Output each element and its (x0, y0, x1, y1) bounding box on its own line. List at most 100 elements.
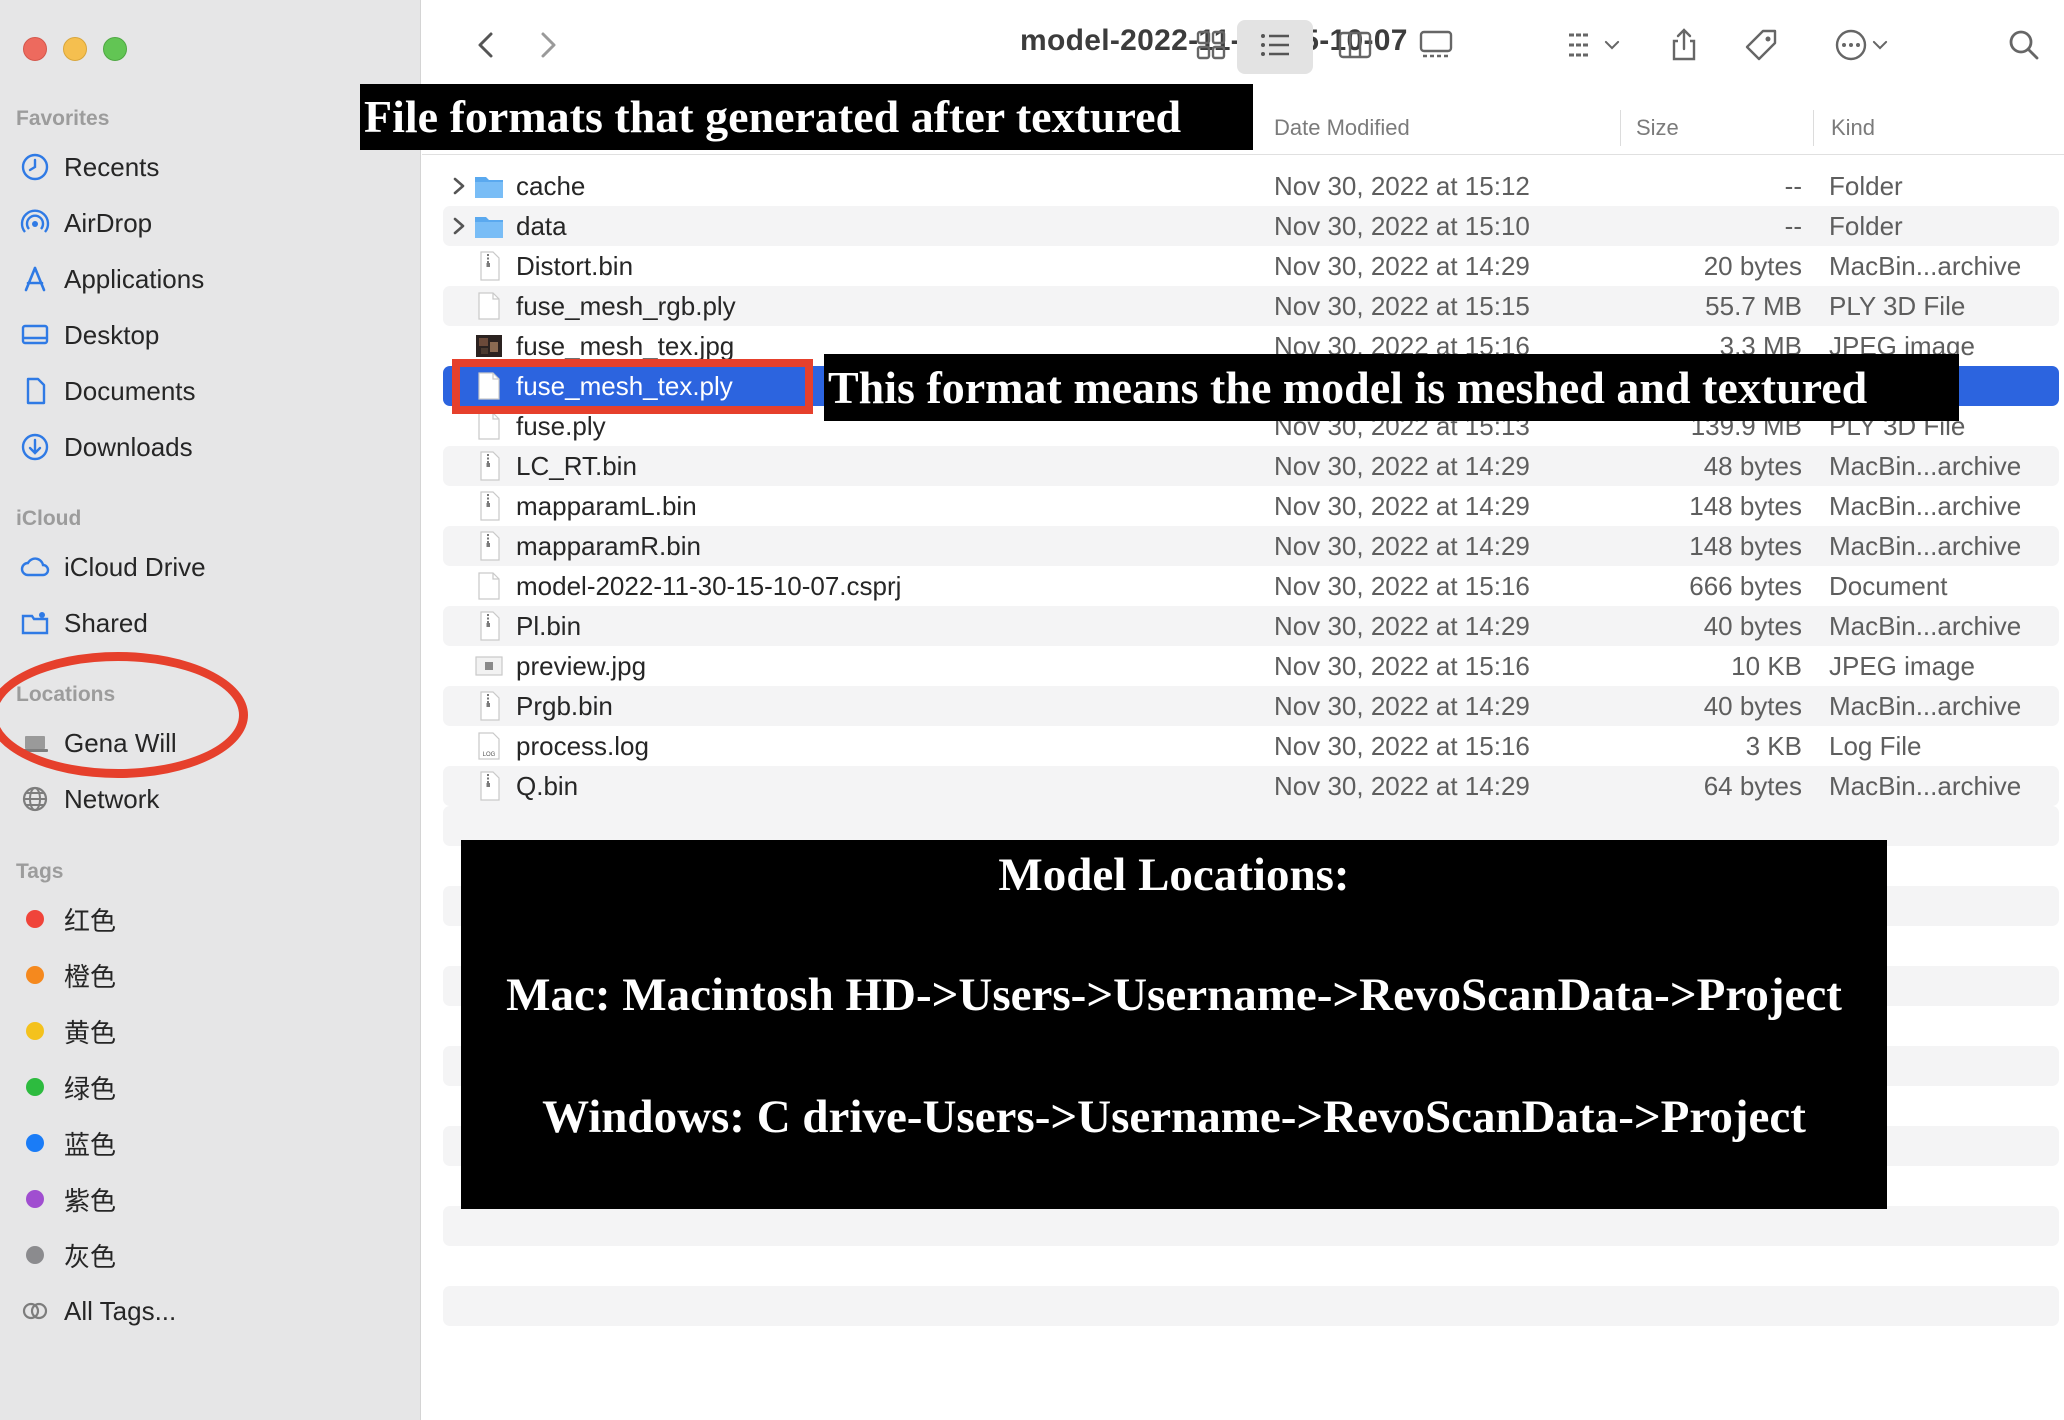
disclosure-chevron-icon[interactable] (449, 212, 469, 240)
sidebar-item-icloud-drive[interactable]: iCloud Drive (18, 547, 206, 587)
grid-icon (1193, 27, 1229, 68)
file-name: fuse_mesh_tex.jpg (516, 331, 735, 361)
gallery-view-button[interactable] (1400, 20, 1472, 74)
sidebar-tag-orange[interactable]: 橙色 (18, 955, 116, 995)
file-row[interactable]: cache Nov 30, 2022 at 15:12 -- Folder (443, 166, 2059, 206)
disclosure-chevron-icon[interactable] (449, 172, 469, 200)
sidebar-item-desktop[interactable]: Desktop (18, 315, 159, 355)
file-size: -- (1784, 211, 1802, 241)
sidebar-item-all-tags[interactable]: All Tags... (18, 1291, 176, 1331)
back-button[interactable] (462, 20, 512, 74)
tag-dot-icon (26, 1190, 44, 1208)
sidebar: Favorites Recents AirDrop Applications D… (0, 0, 421, 1420)
sidebar-item-label: iCloud Drive (64, 551, 206, 582)
file-name: fuse_mesh_rgb.ply (516, 291, 736, 321)
file-row[interactable]: LC_RT.bin Nov 30, 2022 at 14:29 48 bytes Ma… (443, 446, 2059, 486)
sidebar-item-label: 蓝色 (64, 1129, 117, 1160)
file-size: 10 KB (1731, 651, 1802, 681)
folder-icon (473, 170, 505, 202)
tag-dot-icon (26, 1022, 44, 1040)
search-icon (2006, 27, 2042, 68)
file-date: Nov 30, 2022 at 15:12 (1274, 171, 1530, 201)
file-row[interactable]: data Nov 30, 2022 at 15:10 -- Folder (443, 206, 2059, 246)
file-row[interactable]: Distort.bin Nov 30, 2022 at 14:29 20 bytes… (443, 246, 2059, 286)
column-header-date[interactable]: Date Modified (1274, 102, 1410, 154)
file-name: Q.bin (516, 771, 579, 801)
sidebar-item-label: 紫色 (64, 1185, 117, 1216)
sidebar-tag-yellow[interactable]: 黄色 (18, 1011, 116, 1051)
cloud-icon (18, 550, 52, 584)
file-date: Nov 30, 2022 at 14:29 (1274, 491, 1530, 521)
file-size: 55.7 MB (1705, 291, 1802, 321)
file-size: 148 bytes (1689, 491, 1802, 521)
header-divider (422, 154, 2064, 155)
list-view-button[interactable] (1237, 20, 1313, 74)
folder-icon (473, 210, 505, 242)
document-file-icon (473, 410, 505, 442)
sidebar-item-label: Desktop (64, 319, 160, 350)
file-kind: Log File (1829, 731, 1922, 761)
file-size: 48 bytes (1703, 451, 1802, 481)
sidebar-item-label: 绿色 (64, 1073, 117, 1104)
file-row[interactable]: Prgb.bin Nov 30, 2022 at 14:29 40 bytes Mac… (443, 686, 2059, 726)
file-kind: Folder (1829, 211, 1903, 241)
columns-icon (1337, 27, 1373, 68)
tag-dot-icon (26, 1078, 44, 1096)
more-actions-button[interactable] (1822, 20, 1902, 74)
file-date: Nov 30, 2022 at 14:29 (1274, 251, 1530, 281)
file-row[interactable]: Pl.bin Nov 30, 2022 at 14:29 40 bytes MacBi… (443, 606, 2059, 646)
sidebar-tag-green[interactable]: 绿色 (18, 1067, 116, 1107)
sidebar-item-downloads[interactable]: Downloads (18, 427, 193, 467)
file-row[interactable]: LOG process.log Nov 30, 2022 at 15:16 3 KB L… (443, 726, 2059, 766)
file-kind: MacBin...archive (1829, 691, 2022, 721)
sidebar-item-applications[interactable]: Applications (18, 259, 204, 299)
column-separator[interactable] (1620, 110, 1621, 146)
share-button[interactable] (1656, 20, 1712, 74)
tag-button[interactable] (1734, 20, 1790, 74)
chevron-right-icon (529, 27, 565, 68)
sidebar-tag-blue[interactable]: 蓝色 (18, 1123, 116, 1163)
sidebar-item-airdrop[interactable]: AirDrop (18, 203, 152, 243)
sidebar-tag-red[interactable]: 红色 (18, 899, 116, 939)
minimize-window-button[interactable] (63, 37, 87, 61)
file-row[interactable]: preview.jpg Nov 30, 2022 at 15:16 10 KB JPE… (443, 646, 2059, 686)
file-row[interactable]: model-2022-11-30-15-10-07.csprj Nov 30, 2… (443, 566, 2059, 606)
forward-button[interactable] (522, 20, 572, 74)
file-name: mapparamR.bin (516, 531, 701, 561)
file-date: Nov 30, 2022 at 15:16 (1274, 651, 1530, 681)
file-row[interactable]: mapparamR.bin Nov 30, 2022 at 14:29 148 by… (443, 526, 2059, 566)
zoom-window-button[interactable] (103, 37, 127, 61)
icon-view-button[interactable] (1178, 20, 1244, 74)
shared-folder-icon (18, 606, 52, 640)
file-size: 666 bytes (1689, 571, 1802, 601)
column-header-size[interactable]: Size (1636, 102, 1679, 154)
file-size: 40 bytes (1703, 691, 1802, 721)
archive-file-icon (473, 610, 505, 642)
sidebar-item-label: Network (64, 783, 160, 814)
sidebar-item-shared[interactable]: Shared (18, 603, 148, 643)
group-by-button[interactable] (1552, 20, 1636, 74)
file-name: Distort.bin (516, 251, 634, 281)
image-file-icon (473, 650, 505, 682)
locations-windows: Windows: C drive-Users->Username->RevoSc… (542, 1091, 1806, 1143)
archive-file-icon (473, 530, 505, 562)
file-date: Nov 30, 2022 at 14:29 (1274, 531, 1530, 561)
sidebar-item-documents[interactable]: Documents (18, 371, 196, 411)
column-header-kind[interactable]: Kind (1831, 102, 1875, 154)
sidebar-item-label: 橙色 (64, 961, 117, 992)
sidebar-item-network[interactable]: Network (18, 779, 159, 819)
empty-row (443, 1286, 2059, 1326)
favorites-section-label: Favorites (16, 107, 110, 130)
sidebar-tag-gray[interactable]: 灰色 (18, 1235, 116, 1275)
column-separator[interactable] (1813, 110, 1814, 146)
close-window-button[interactable] (23, 37, 47, 61)
file-date: Nov 30, 2022 at 15:16 (1274, 731, 1530, 761)
sidebar-item-recents[interactable]: Recents (18, 147, 159, 187)
file-row[interactable]: Q.bin Nov 30, 2022 at 14:29 64 bytes MacBin… (443, 766, 2059, 806)
column-view-button[interactable] (1322, 20, 1388, 74)
file-row[interactable]: fuse_mesh_rgb.ply Nov 30, 2022 at 15:15 55… (443, 286, 2059, 326)
file-size: 3 KB (1745, 731, 1802, 761)
search-button[interactable] (1996, 20, 2052, 74)
sidebar-tag-purple[interactable]: 紫色 (18, 1179, 116, 1219)
file-row[interactable]: mapparamL.bin Nov 30, 2022 at 14:29 148 by… (443, 486, 2059, 526)
